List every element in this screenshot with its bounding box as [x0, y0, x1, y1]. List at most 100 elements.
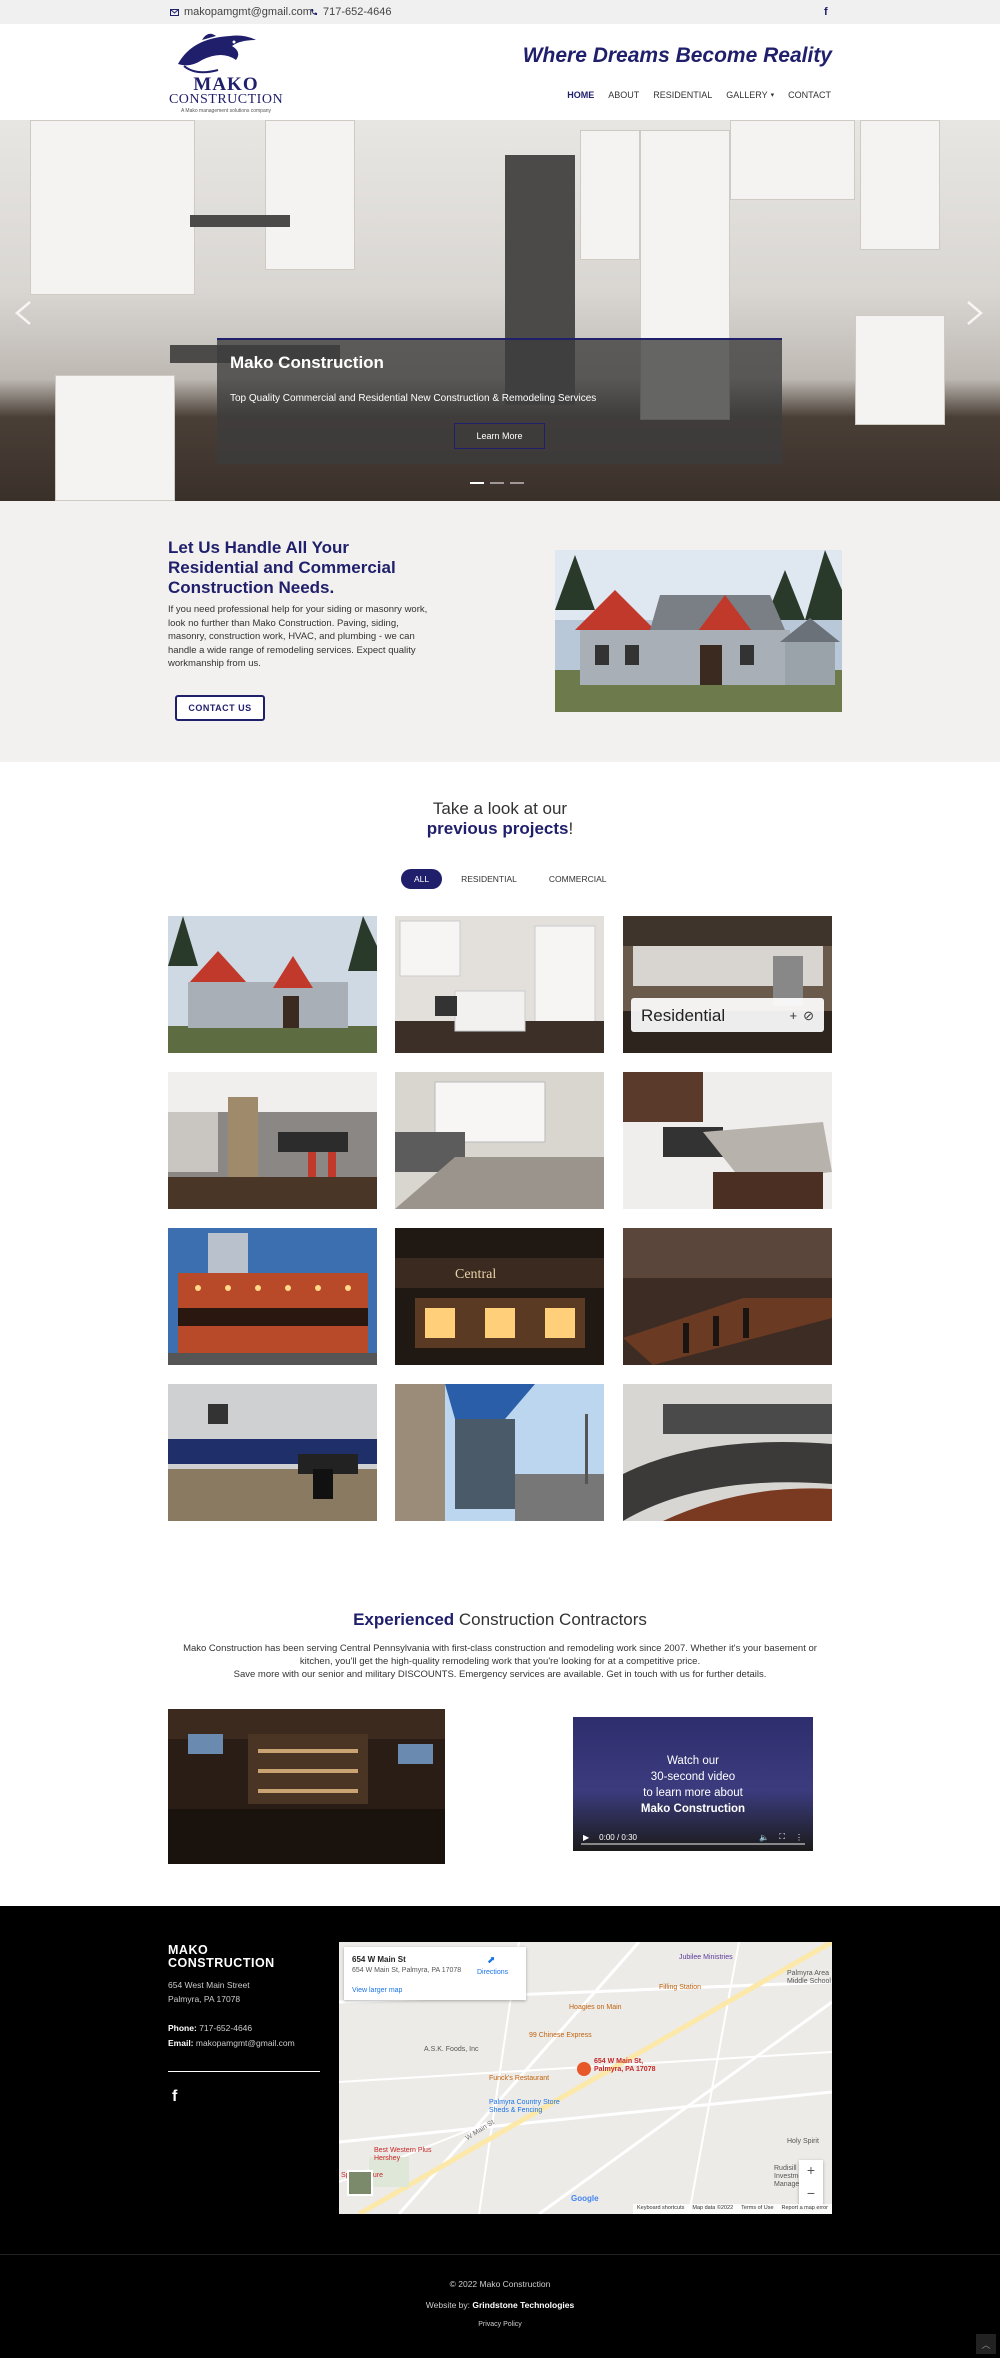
filter-commercial[interactable]: COMMERCIAL [536, 869, 620, 889]
intro-house-photo [555, 550, 842, 712]
plus-icon[interactable]: + [790, 1008, 798, 1024]
projects-title-end: ! [568, 819, 574, 838]
footer-contact: Phone: 717-652-4646 Email: makopamgmt@gm… [168, 2021, 295, 2051]
learn-more-button[interactable]: Learn More [454, 423, 545, 449]
map-place-holy[interactable]: Holy Spirit [787, 2138, 819, 2145]
experience-text: Mako Construction has been serving Centr… [168, 1642, 832, 1681]
topbar-email-text[interactable]: makopamgmt@gmail.com [184, 6, 312, 18]
projects-title-bold: previous projects [426, 819, 569, 838]
nav-about[interactable]: ABOUT [608, 90, 639, 100]
experience-title-bold: Experienced [353, 1610, 455, 1629]
map-place-hoagies[interactable]: Hoagies on Main [569, 2004, 622, 2011]
map-zoom-control: + − [799, 2160, 823, 2208]
logo-name-construction: CONSTRUCTION [168, 92, 284, 107]
map-place-chinese[interactable]: 99 Chinese Express [529, 2032, 592, 2039]
hero-upper-cabinets-far [730, 120, 855, 200]
volume-icon[interactable]: 🔈 [759, 1833, 769, 1842]
map-place-funcks[interactable]: Funck's Restaurant [489, 2075, 549, 2082]
map-satellite-toggle[interactable] [347, 2170, 373, 2196]
topbar-phone-text[interactable]: 717-652-4646 [323, 6, 392, 18]
nav-gallery[interactable]: GALLERY ▾ [726, 90, 774, 100]
site-header: MAKO CONSTRUCTION A Mako management solu… [0, 24, 1000, 120]
project-tile[interactable] [395, 1384, 604, 1521]
map-report-error[interactable]: Report a map error [782, 2205, 828, 2213]
slider-dot[interactable] [470, 482, 484, 484]
fullscreen-icon[interactable]: ⛶ [779, 1832, 785, 1842]
map-keyboard-shortcuts[interactable]: Keyboard shortcuts [637, 2205, 684, 2213]
project-hover-label: Residential [641, 1006, 726, 1025]
project-tile[interactable] [395, 916, 604, 1053]
video-controls: ▶ 0:00 / 0:30 🔈 ⛶ ⋮ [573, 1823, 813, 1851]
project-tile[interactable] [623, 1228, 832, 1365]
footer-brand-line2: CONSTRUCTION [168, 1956, 275, 1970]
project-tile[interactable] [623, 1072, 832, 1209]
topbar-email[interactable]: makopamgmt@gmail.com [170, 6, 312, 18]
video-player[interactable]: Watch our 30-second video to learn more … [573, 1717, 813, 1851]
footer-phone[interactable]: 717-652-4646 [199, 2023, 252, 2033]
map-place-filling[interactable]: Filling Station [659, 1984, 701, 1991]
video-text-line2: 30-second video [650, 1771, 736, 1783]
map-directions-link[interactable]: Directions [477, 1969, 508, 1976]
map-place-bestwestern[interactable]: Best Western Plus Hershey [374, 2147, 434, 2163]
google-map[interactable]: 654 W Main St 654 W Main St, Palmyra, PA… [339, 1942, 832, 2214]
slider-prev-arrow-icon[interactable] [14, 300, 32, 326]
map-view-larger-link[interactable]: View larger map [352, 1987, 402, 1994]
experience-line2: Save more with our senior and military D… [233, 1669, 767, 1680]
project-tile[interactable] [168, 1384, 377, 1521]
hero-range-hood [190, 215, 290, 227]
hero-upper-cabinets-left [30, 120, 195, 295]
chevron-down-icon: ▾ [770, 92, 775, 99]
scroll-to-top-icon[interactable]: ︿ [976, 2334, 996, 2354]
video-progress-bar[interactable] [581, 1843, 805, 1845]
video-overlay-text: Watch our 30-second video to learn more … [573, 1753, 813, 1817]
filter-residential[interactable]: RESIDENTIAL [448, 869, 530, 889]
intro-heading: Let Us Handle All Your Residential and C… [168, 538, 396, 597]
directions-icon[interactable]: ⬈ [487, 1955, 495, 1966]
filter-all[interactable]: ALL [401, 869, 443, 889]
more-options-icon[interactable]: ⋮ [795, 1833, 803, 1842]
map-place-country[interactable]: Palmyra Country Store Sheds & Fencing [489, 2099, 564, 2115]
bar-interior-photo [168, 1709, 445, 1864]
website-by-link[interactable]: Grindstone Technologies [472, 2300, 574, 2310]
topbar-phone[interactable]: 717-652-4646 [310, 6, 392, 18]
link-icon[interactable]: ⊘ [803, 1008, 814, 1024]
google-logo: Google [571, 2194, 599, 2203]
map-terms[interactable]: Terms of Use [741, 2205, 773, 2213]
nav-home[interactable]: HOME [567, 90, 594, 100]
slider-next-arrow-icon[interactable] [966, 300, 984, 326]
slider-dot[interactable] [490, 482, 504, 484]
slider-dot[interactable] [510, 482, 524, 484]
phone-icon [311, 9, 317, 16]
privacy-policy-link[interactable]: Privacy Policy [0, 2321, 1000, 2328]
map-pin-label[interactable]: 654 W Main St, Palmyra, PA 17078 [594, 2058, 664, 2074]
footer-address-line2: Palmyra, PA 17078 [168, 1994, 241, 2004]
contact-us-button[interactable]: CONTACT US [175, 695, 265, 721]
top-bar: makopamgmt@gmail.com 717-652-4646 f [0, 0, 1000, 24]
project-tile[interactable] [623, 1384, 832, 1521]
hero-wall-cabinet [860, 120, 940, 250]
site-logo[interactable]: MAKO CONSTRUCTION A Mako management solu… [168, 30, 284, 116]
zoom-out-button[interactable]: − [799, 2185, 823, 2201]
map-place-palmyra-ms[interactable]: Palmyra Area Middle School [787, 1970, 832, 1986]
map-place-ask[interactable]: A.S.K. Foods, Inc [424, 2046, 478, 2053]
project-tile[interactable] [168, 1072, 377, 1209]
nav-gallery-label: GALLERY [726, 90, 768, 100]
hero-caption: Mako Construction Top Quality Commercial… [217, 338, 782, 464]
project-tile[interactable]: Residential + ⊘ [623, 916, 832, 1053]
facebook-icon[interactable]: f [824, 6, 828, 18]
nav-residential[interactable]: RESIDENTIAL [653, 90, 712, 100]
play-icon[interactable]: ▶ [583, 1833, 589, 1842]
project-hover-card: Residential + ⊘ [631, 998, 824, 1032]
project-tile[interactable] [395, 1072, 604, 1209]
project-tile[interactable] [168, 1228, 377, 1365]
project-tile[interactable]: Central [395, 1228, 604, 1365]
project-tile[interactable] [168, 916, 377, 1053]
footer-address: 654 West Main Street Palmyra, PA 17078 [168, 1978, 250, 2006]
nav-contact[interactable]: CONTACT [788, 90, 831, 100]
experience-title-rest: Construction Contractors [454, 1610, 647, 1629]
footer-facebook-icon[interactable]: f [172, 2088, 177, 2106]
map-place-jubilee[interactable]: Jubilee Ministries [679, 1954, 733, 1961]
zoom-in-button[interactable]: + [799, 2162, 823, 2178]
footer-email[interactable]: makopamgmt@gmail.com [196, 2038, 295, 2048]
site-tagline: Where Dreams Become Reality [522, 44, 832, 67]
